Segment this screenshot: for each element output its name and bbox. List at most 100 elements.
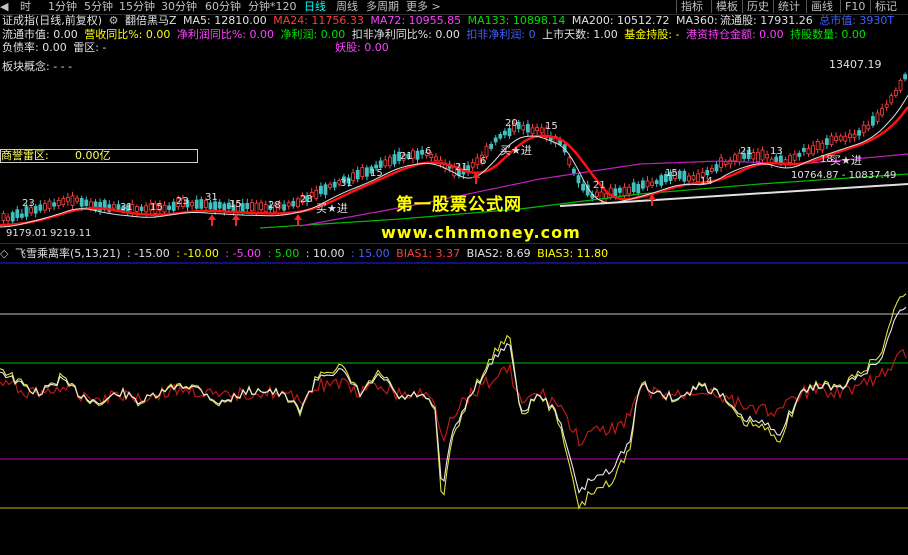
candle <box>595 191 599 197</box>
candle <box>677 170 682 179</box>
candle <box>475 157 480 166</box>
chart-count-label: 6 <box>480 156 486 167</box>
period-tab-more[interactable]: 更多 > <box>406 0 441 13</box>
candle <box>539 127 544 134</box>
candle <box>392 154 397 165</box>
candle <box>834 136 838 141</box>
chart-count-label: 21 <box>593 180 606 191</box>
candle <box>66 196 70 202</box>
chart-count-label: 15 <box>665 168 678 179</box>
candle <box>838 135 843 141</box>
candle <box>378 160 383 168</box>
candle <box>811 145 815 155</box>
chart-count-label: 21 <box>740 146 753 157</box>
candle <box>659 175 664 186</box>
candle <box>249 202 254 211</box>
buy-arrow-icon <box>208 214 216 226</box>
candle <box>171 201 176 211</box>
candle <box>79 198 84 207</box>
candle <box>470 162 475 168</box>
candle <box>70 195 75 206</box>
period-tab-multi[interactable]: 多周期 <box>366 0 399 13</box>
period-tab-5min[interactable]: 5分钟 <box>84 0 113 13</box>
candle <box>760 149 765 161</box>
candle <box>691 175 696 180</box>
chart-count-label: 15 <box>229 199 242 210</box>
period-tab-minute[interactable]: 时 <box>20 0 31 13</box>
candle <box>719 157 723 168</box>
candle <box>502 130 507 136</box>
period-tab-15min[interactable]: 15分钟 <box>119 0 155 13</box>
nav-prev-icon[interactable]: ◀ <box>0 0 8 13</box>
tool-indicator-button[interactable]: 指标 <box>676 0 703 13</box>
price-mid-label: 10764.87 - 10837.49 <box>791 170 897 181</box>
price-high-label: 13407.19 <box>829 58 882 71</box>
candle <box>843 135 848 142</box>
candle <box>687 175 691 182</box>
candle <box>756 151 760 162</box>
candle <box>875 112 880 122</box>
candle <box>259 202 264 211</box>
candle <box>433 156 438 162</box>
buy-arrow-icon <box>232 214 240 226</box>
candle <box>383 159 388 167</box>
tool-history-button[interactable]: 历史 <box>742 0 769 13</box>
candle <box>498 133 503 139</box>
candle <box>420 149 425 155</box>
chart-count-label: 21 <box>400 151 413 162</box>
bias-chart[interactable] <box>0 244 908 552</box>
candle <box>415 150 420 160</box>
tool-f10-button[interactable]: F10 <box>840 0 865 13</box>
candle <box>286 202 291 207</box>
candle <box>507 128 512 137</box>
candle <box>323 184 328 195</box>
candle <box>797 152 802 157</box>
candle <box>705 169 710 176</box>
chart-count-label: 14 <box>700 176 713 187</box>
period-tab-30min[interactable]: 30分钟 <box>161 0 197 13</box>
chart-count-label: 13 <box>770 146 783 157</box>
candle <box>47 200 52 210</box>
period-tab-weekly[interactable]: 周线 <box>336 0 358 13</box>
candle <box>1 213 6 221</box>
candle <box>622 186 627 197</box>
tool-draw-button[interactable]: 画线 <box>806 0 833 13</box>
candle <box>134 206 139 212</box>
candle <box>765 154 769 159</box>
candle <box>728 159 733 165</box>
tool-mark-button[interactable]: 标记 <box>870 0 897 13</box>
candle <box>535 127 539 131</box>
buy-signal-label: 买★进 <box>500 144 532 157</box>
chart-count-label: 21 <box>455 162 468 173</box>
candle <box>792 153 797 161</box>
candle <box>861 124 866 134</box>
period-tab-120min[interactable]: 分钟*120 <box>248 0 297 13</box>
candle <box>880 108 884 116</box>
candle <box>190 202 195 207</box>
candle <box>6 216 10 222</box>
candle <box>825 138 829 145</box>
candle <box>10 212 15 222</box>
candle <box>641 180 645 189</box>
candle <box>894 90 898 96</box>
candle <box>162 204 167 213</box>
buy-arrow-icon <box>294 214 302 226</box>
candle <box>15 209 20 218</box>
candle <box>806 148 811 155</box>
bias2-line <box>0 306 907 494</box>
tool-stats-button[interactable]: 统计 <box>773 0 800 13</box>
candle <box>884 103 889 108</box>
candle <box>167 205 172 210</box>
bias-panel[interactable] <box>0 244 908 552</box>
chart-count-label: 31 <box>120 202 133 213</box>
candle <box>866 124 871 130</box>
candle <box>139 206 144 211</box>
chart-count-label: 23 <box>176 196 189 207</box>
candle <box>627 186 631 195</box>
period-tab-daily[interactable]: 日线 <box>304 0 326 13</box>
tool-template-button[interactable]: 模板 <box>711 0 738 13</box>
period-tab-1min[interactable]: 1分钟 <box>48 0 77 13</box>
candle <box>295 198 300 207</box>
period-tab-60min[interactable]: 60分钟 <box>205 0 241 13</box>
buy-signal-label: 买★进 <box>316 202 348 215</box>
